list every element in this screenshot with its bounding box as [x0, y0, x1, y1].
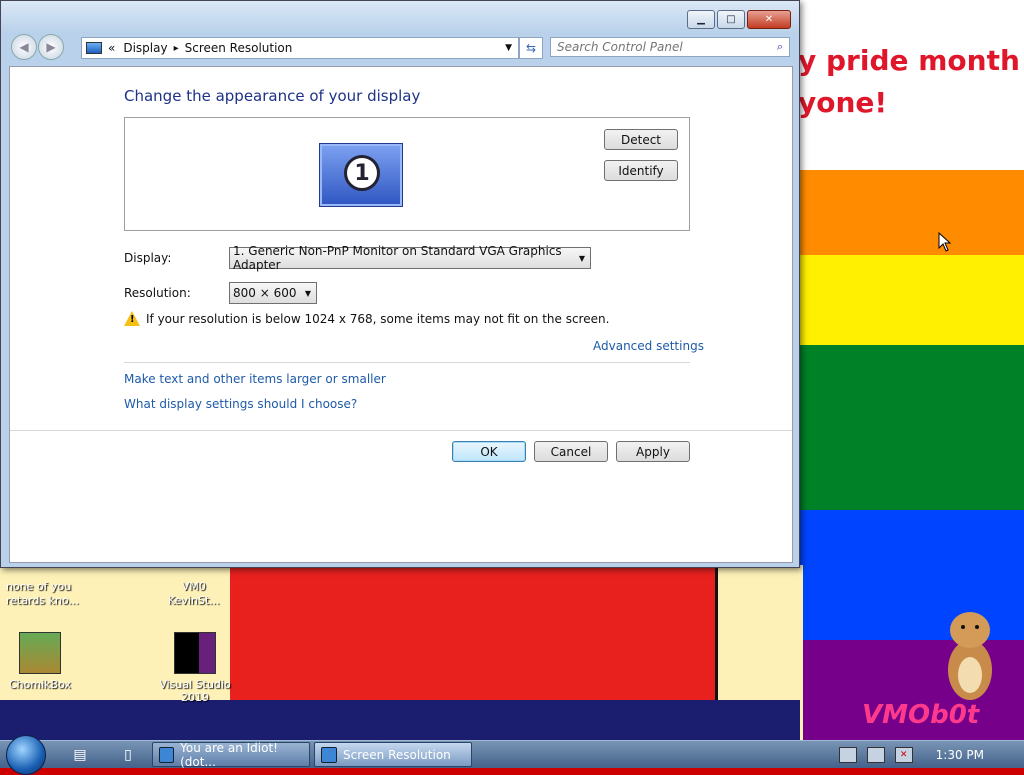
taskbar-item-idiot[interactable]: You are an Idiot! (dot...	[152, 740, 310, 769]
navigation-bar: ◀ ▶ « Display ▸ Screen Resolution ▼ ⇆ ⌕	[9, 34, 793, 60]
apply-button[interactable]: Apply	[616, 441, 690, 462]
desktop-file-label[interactable]: VM0 KevinSt...	[168, 580, 220, 608]
chomikbox-icon	[19, 632, 61, 674]
banner-text-line2: yone!	[798, 86, 888, 119]
resolution-select-value: 800 × 600	[233, 286, 297, 300]
taskbar: ▤ ▯ You are an Idiot! (dot... Screen Res…	[0, 735, 1024, 775]
chevron-down-icon: ▼	[304, 288, 311, 298]
monitor-1-tile[interactable]: 1	[320, 144, 402, 206]
wallpaper-banner	[790, 0, 1024, 170]
chevron-down-icon: ▼	[578, 253, 585, 263]
identify-button[interactable]: Identify	[604, 160, 678, 181]
advanced-settings-link[interactable]: Advanced settings	[593, 339, 704, 353]
text-size-link[interactable]: Make text and other items larger or smal…	[124, 372, 386, 386]
wallpaper-region	[0, 700, 800, 740]
minimize-button[interactable]: ▁	[687, 10, 715, 29]
desktop-icon-label: Visual Studio 2019	[159, 678, 231, 704]
mouse-cursor-icon	[938, 232, 952, 252]
ok-button[interactable]: OK	[452, 441, 526, 462]
visual-studio-icon	[174, 632, 216, 674]
ie-icon	[159, 746, 175, 763]
resolution-label: Resolution:	[124, 286, 191, 300]
system-tray: ✕ 1:30 PM	[834, 741, 1024, 769]
network-icon[interactable]	[866, 747, 885, 763]
desktop-icon-label: ChomikBox	[9, 678, 71, 691]
display-help-link[interactable]: What display settings should I choose?	[124, 397, 357, 411]
warning-text: If your resolution is below 1024 x 768, …	[146, 312, 610, 326]
search-box[interactable]: ⌕	[550, 37, 790, 57]
desktop-file-label[interactable]: none of you retards kno...	[6, 580, 79, 608]
close-button[interactable]: ✕	[747, 10, 791, 29]
rainbow-stripe-yellow	[790, 255, 1024, 345]
document-icon[interactable]: ▯	[116, 745, 140, 765]
refresh-button[interactable]: ⇆	[519, 37, 543, 59]
maximize-button[interactable]: □	[717, 10, 745, 29]
volume-muted-icon[interactable]: ✕	[894, 747, 913, 763]
forward-button[interactable]: ▶	[38, 34, 64, 60]
search-input[interactable]	[551, 38, 763, 56]
search-icon[interactable]: ⌕	[777, 40, 783, 54]
monitor-arrangement-area: 1 Detect Identify	[124, 117, 690, 231]
breadcrumb-overflow[interactable]: «	[108, 41, 115, 55]
start-button[interactable]	[6, 735, 46, 775]
address-bar[interactable]: « Display ▸ Screen Resolution ▼	[81, 37, 519, 59]
display-label: Display:	[124, 251, 172, 265]
explorer-icon[interactable]: ▤	[68, 745, 92, 765]
cancel-button[interactable]: Cancel	[534, 441, 608, 462]
hamster-image	[948, 612, 992, 700]
monitor-number: 1	[344, 155, 380, 191]
address-dropdown-icon[interactable]: ▼	[505, 43, 512, 53]
divider	[10, 430, 792, 431]
nav-buttons: ◀ ▶	[11, 34, 65, 60]
breadcrumb-item-display[interactable]: Display	[123, 41, 167, 55]
display-select[interactable]: 1. Generic Non-PnP Monitor on Standard V…	[229, 244, 591, 272]
breadcrumb-separator-icon[interactable]: ▸	[174, 43, 179, 54]
screen-resolution-window[interactable]: ▁ □ ✕ ◀ ▶ « Display ▸ Screen Resolution …	[0, 0, 800, 568]
page-title: Change the appearance of your display	[124, 87, 421, 105]
taskbar-item-label: Screen Resolution	[343, 747, 451, 762]
rainbow-stripe-orange	[790, 170, 1024, 255]
taskbar-item-label: You are an Idiot! (dot...	[180, 740, 278, 769]
control-panel-icon	[321, 746, 337, 763]
banner-text-line1: y pride month	[798, 44, 1020, 77]
resolution-select[interactable]: 800 × 600 ▼	[229, 282, 317, 304]
back-button[interactable]: ◀	[11, 34, 37, 60]
control-panel-icon	[86, 42, 102, 54]
warning-icon-mark: !	[130, 314, 135, 325]
keyboard-icon[interactable]	[838, 747, 857, 763]
desktop-icon-chomikbox[interactable]: ChomikBox	[0, 632, 80, 691]
window-caption[interactable]: ▁ □ ✕	[1, 1, 799, 33]
detect-button[interactable]: Detect	[604, 129, 678, 150]
desktop-icon-visual-studio[interactable]: Visual Studio 2019	[155, 632, 235, 704]
breadcrumb-item-screen-resolution[interactable]: Screen Resolution	[185, 41, 293, 55]
divider	[124, 362, 690, 363]
rainbow-stripe-green	[790, 345, 1024, 510]
content-pane: Change the appearance of your display 1 …	[9, 66, 793, 563]
clock[interactable]: 1:30 PM	[936, 748, 984, 762]
watermark: VMOb0t	[862, 700, 980, 730]
display-select-value: 1. Generic Non-PnP Monitor on Standard V…	[233, 244, 562, 272]
caption-buttons: ▁ □ ✕	[685, 10, 791, 29]
taskbar-item-screen-resolution[interactable]: Screen Resolution	[314, 742, 472, 767]
